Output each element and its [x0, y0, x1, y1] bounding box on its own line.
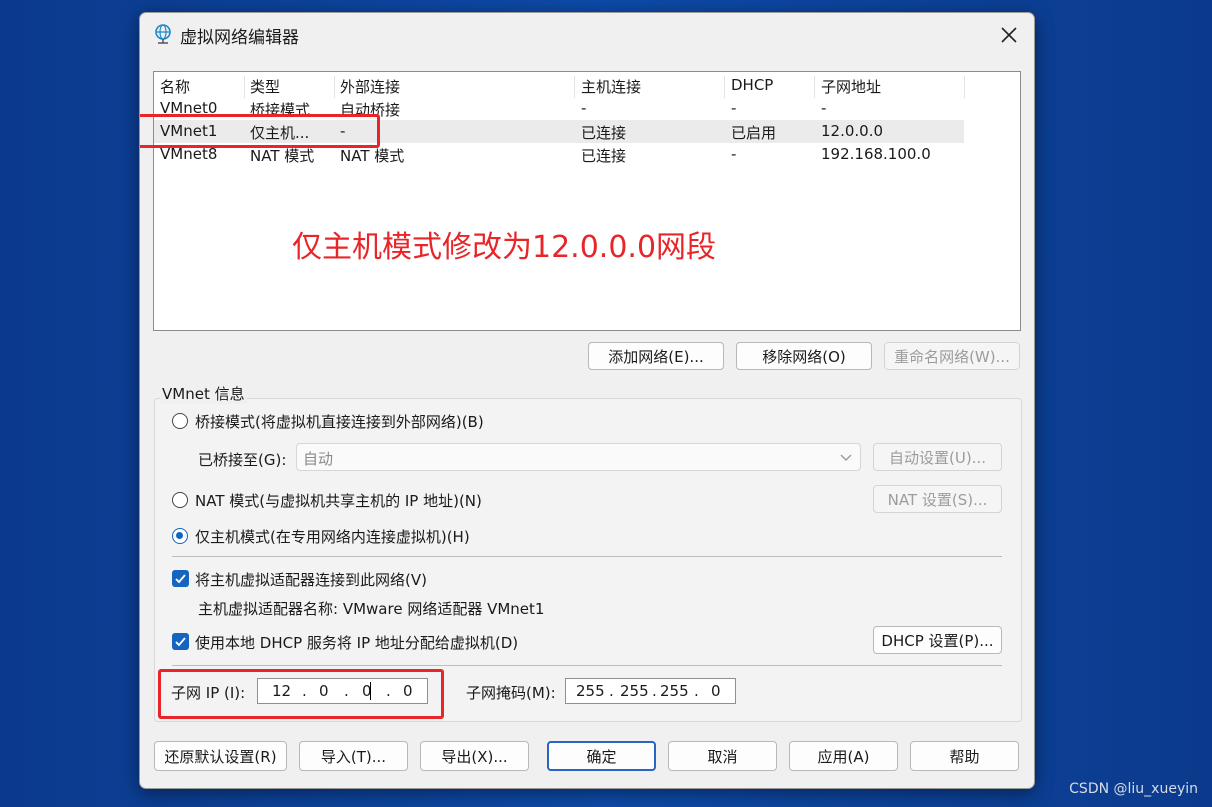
use-dhcp-label[interactable]: 使用本地 DHCP 服务将 IP 地址分配给虚拟机(D) — [195, 632, 518, 653]
checkmark-icon — [175, 637, 186, 647]
remove-network-button[interactable]: 移除网络(O) — [736, 342, 872, 370]
cancel-button[interactable]: 取消 — [668, 741, 777, 771]
host-only-mode-radio[interactable] — [172, 528, 188, 544]
rename-network-button[interactable]: 重命名网络(W)... — [884, 342, 1020, 370]
column-header-external[interactable]: 外部连接 — [340, 76, 400, 97]
close-button[interactable] — [992, 19, 1026, 51]
restore-defaults-button[interactable]: 还原默认设置(R) — [154, 741, 287, 771]
nat-settings-button[interactable]: NAT 设置(S)... — [873, 485, 1002, 513]
close-icon — [1001, 27, 1017, 43]
chevron-down-icon — [840, 454, 852, 461]
section-divider — [172, 556, 1002, 557]
bridged-mode-label[interactable]: 桥接模式(将虚拟机直接连接到外部网络)(B) — [195, 411, 484, 432]
subnet-mask-octet-4: 0 — [711, 682, 721, 700]
annotation-text: 仅主机模式修改为12.0.0.0网段 — [292, 230, 717, 265]
bridged-to-label: 已桥接至(G): — [198, 451, 287, 469]
subnet-mask-octet-1: 255 — [576, 682, 605, 700]
host-only-mode-label[interactable]: 仅主机模式(在专用网络内连接虚拟机)(H) — [195, 526, 470, 547]
column-header-name[interactable]: 名称 — [160, 76, 190, 97]
bridged-mode-radio[interactable] — [172, 413, 188, 429]
dhcp-settings-button[interactable]: DHCP 设置(P)... — [873, 626, 1002, 654]
connect-adapter-label[interactable]: 将主机虚拟适配器连接到此网络(V) — [195, 569, 427, 590]
subnet-mask-octet-2: 255 — [620, 682, 649, 700]
nat-mode-radio[interactable] — [172, 492, 188, 508]
adapter-name-text: 主机虚拟适配器名称: VMware 网络适配器 VMnet1 — [198, 600, 545, 618]
list-header: 名称 类型 外部连接 主机连接 DHCP 子网地址 — [154, 74, 965, 98]
export-button[interactable]: 导出(X)... — [420, 741, 529, 771]
column-header-subnet[interactable]: 子网地址 — [821, 76, 881, 97]
title-bar: 虚拟网络编辑器 — [140, 13, 1034, 57]
watermark: CSDN @liu_xueyin — [1069, 781, 1198, 797]
bridged-to-value: 自动 — [303, 450, 334, 468]
vmnet-info-title: VMnet 信息 — [160, 383, 247, 404]
annotation-box-subnet-ip — [158, 669, 444, 719]
network-list[interactable]: 名称 类型 外部连接 主机连接 DHCP 子网地址 VMnet0 桥接模式 自动… — [153, 71, 1021, 331]
add-network-button[interactable]: 添加网络(E)... — [588, 342, 724, 370]
bridged-to-select[interactable]: 自动 — [296, 443, 861, 471]
virtual-network-editor-window: 虚拟网络编辑器 名称 类型 外部连接 主机连接 DHCP 子网地址 VMnet0… — [139, 12, 1035, 789]
section-divider — [172, 665, 1002, 666]
column-header-dhcp[interactable]: DHCP — [731, 76, 773, 94]
ok-button[interactable]: 确定 — [547, 741, 656, 771]
subnet-mask-octet-3: 255 — [660, 682, 689, 700]
checkmark-icon — [175, 574, 186, 584]
column-header-type[interactable]: 类型 — [250, 76, 280, 97]
auto-settings-button[interactable]: 自动设置(U)... — [873, 443, 1002, 471]
help-button[interactable]: 帮助 — [910, 741, 1019, 771]
connect-adapter-checkbox[interactable] — [172, 570, 189, 587]
network-globe-icon — [155, 24, 171, 44]
subnet-mask-label: 子网掩码(M): — [466, 684, 556, 702]
import-button[interactable]: 导入(T)... — [299, 741, 408, 771]
apply-button[interactable]: 应用(A) — [789, 741, 898, 771]
window-title: 虚拟网络编辑器 — [180, 28, 299, 48]
subnet-mask-input[interactable]: 255 . 255 . 255 . 0 — [565, 678, 736, 704]
annotation-box-vmnet1 — [140, 114, 380, 148]
nat-mode-label[interactable]: NAT 模式(与虚拟机共享主机的 IP 地址)(N) — [195, 490, 482, 511]
column-header-host[interactable]: 主机连接 — [581, 76, 641, 97]
use-dhcp-checkbox[interactable] — [172, 633, 189, 650]
